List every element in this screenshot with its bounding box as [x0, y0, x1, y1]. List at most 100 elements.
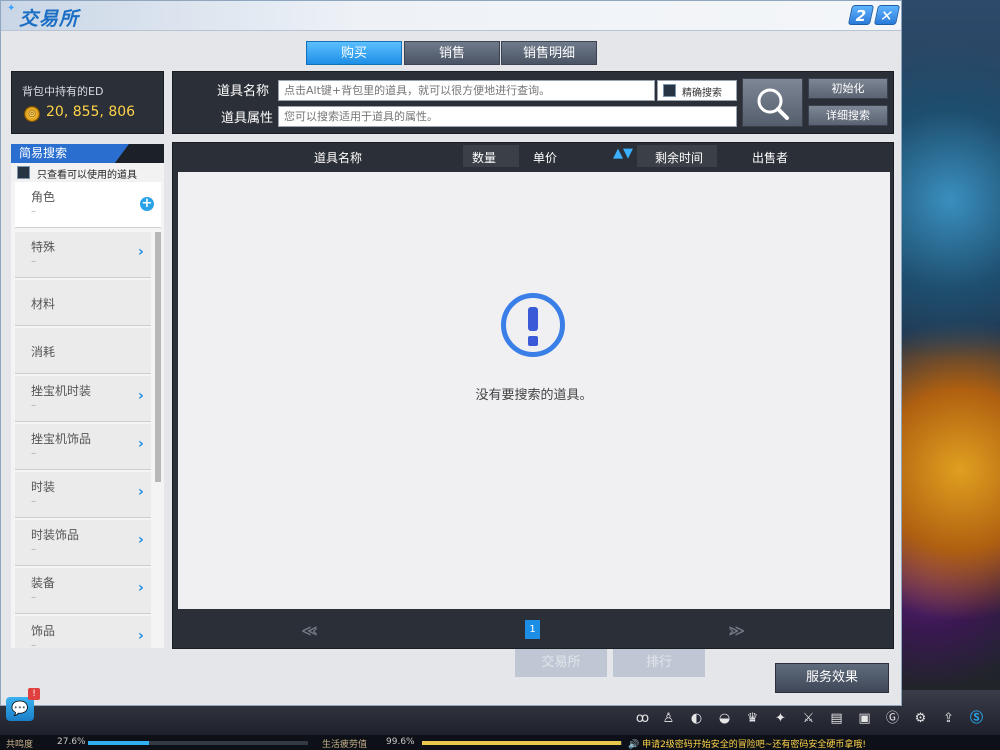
exact-search-label: 精确搜索 — [682, 88, 722, 99]
column-header-quantity[interactable]: 数量 — [472, 149, 496, 166]
category-scrollbar[interactable] — [155, 232, 161, 482]
column-header-price[interactable]: 单价 — [533, 149, 557, 166]
ed-label: 背包中持有的ED — [22, 85, 104, 98]
plus-icon[interactable]: + — [140, 197, 154, 211]
chevron-right-icon: › — [138, 484, 144, 500]
resonance-value: 27.6% — [57, 737, 86, 747]
service-effect-button[interactable]: 服务效果 — [775, 663, 889, 693]
category-name: 挫宝机饰品 — [31, 432, 92, 446]
item-attr-label: 道具属性 — [221, 111, 274, 126]
category-sub: – — [31, 592, 36, 603]
s-logo-icon[interactable]: Ⓢ — [968, 710, 985, 727]
category-sub: – — [31, 256, 36, 267]
exact-search-toggle[interactable]: 精确搜索 — [657, 80, 737, 101]
search-panel: 道具名称 精确搜索 道具属性 初始化 详细搜索 — [172, 71, 894, 134]
tab-sales-detail[interactable]: 销售明细 — [501, 41, 597, 65]
item-attr-input[interactable] — [278, 106, 737, 127]
titlebar[interactable]: ✦ 交易所 2 ✕ — [1, 1, 901, 31]
category-item-character[interactable]: 角色 – + — [15, 182, 161, 228]
bag-icon[interactable]: ◐ — [688, 710, 705, 727]
wing-icon[interactable]: ✦ — [772, 710, 789, 727]
tab-buy[interactable]: 购买 — [306, 41, 402, 65]
scrollbar-thumb[interactable] — [155, 232, 161, 482]
category-sub: – — [31, 206, 36, 217]
next-page-icon[interactable]: ›≫ — [728, 621, 745, 640]
mask-icon[interactable]: ◒ — [716, 710, 733, 727]
category-item-special[interactable]: 特殊 – › — [15, 232, 151, 278]
category-item-equipment[interactable]: 装备 – › — [15, 568, 151, 614]
chevron-right-icon: › — [138, 580, 144, 596]
empty-message: 没有要搜索的道具。 — [475, 388, 593, 403]
category-sub: – — [31, 640, 36, 648]
category-item-machine-accessory[interactable]: 挫宝机饰品 – › — [15, 424, 151, 470]
category-item-fashion-accessory[interactable]: 时装饰品 – › — [15, 520, 151, 566]
prev-page-icon[interactable]: ≪‹ — [301, 621, 318, 640]
bg-exchange-button: 交易所 — [515, 649, 607, 677]
category-name: 特殊 — [31, 240, 56, 254]
chat-badge: ! — [28, 688, 40, 700]
exclamation-icon — [501, 293, 565, 357]
fatigue-value: 99.6% — [386, 737, 415, 747]
category-name: 材料 — [31, 297, 56, 311]
chevron-right-icon: › — [138, 436, 144, 452]
resonance-bar — [88, 741, 308, 745]
category-name: 挫宝机时装 — [31, 384, 92, 398]
help-button[interactable]: 2 — [847, 5, 875, 25]
chevron-right-icon: › — [138, 532, 144, 548]
doc-icon[interactable]: ▤ — [828, 710, 845, 727]
search-button[interactable] — [742, 78, 803, 127]
ed-amount: 20, 855, 806 — [46, 104, 136, 120]
magnifier-icon — [757, 88, 789, 120]
tab-sell[interactable]: 销售 — [404, 41, 500, 65]
category-item-consumable[interactable]: 消耗 — [15, 328, 151, 374]
category-name: 消耗 — [31, 345, 56, 359]
reset-button[interactable]: 初始化 — [808, 78, 888, 99]
usable-only-toggle[interactable]: 只查看可以使用的道具 — [11, 163, 164, 182]
category-item-accessory[interactable]: 饰品 – › — [15, 616, 151, 648]
gear-person-icon[interactable]: ⚙ — [912, 710, 929, 727]
results-body: 没有要搜索的道具。 — [178, 172, 890, 609]
g-badge-icon[interactable]: Ⓖ — [884, 710, 901, 727]
fatigue-bar — [422, 741, 622, 745]
item-name-label: 道具名称 — [217, 84, 270, 99]
chat-icon[interactable]: 💬 — [6, 697, 34, 721]
category-item-machine-fashion[interactable]: 挫宝机时装 – › — [15, 376, 151, 422]
column-header-time-left[interactable]: 剩余时间 — [655, 149, 703, 166]
page-number[interactable]: 1 — [525, 620, 540, 639]
category-name: 装备 — [31, 576, 56, 590]
notice-ticker: 🔊 申请2级密码开始安全的冒险吧~还有密码安全硬币拿哦! — [628, 740, 866, 750]
detail-search-button[interactable]: 详细搜索 — [808, 105, 888, 126]
sort-icon[interactable]: ▲▼ — [613, 146, 633, 161]
simple-search-label: 简易搜索 — [11, 144, 129, 163]
item-name-input[interactable] — [278, 80, 655, 101]
usable-only-checkbox[interactable] — [17, 166, 30, 179]
feather-icon[interactable]: ꝏ — [634, 710, 651, 727]
box-icon[interactable]: ▣ — [856, 710, 873, 727]
window-title: 交易所 — [19, 8, 80, 30]
category-name: 饰品 — [31, 624, 56, 638]
category-item-fashion[interactable]: 时装 – › — [15, 472, 151, 518]
chevron-right-icon: › — [138, 388, 144, 404]
resonance-label: 共鸣度 — [6, 740, 34, 750]
chevron-right-icon: › — [138, 244, 144, 260]
exact-search-checkbox[interactable] — [663, 84, 676, 97]
coin-icon: ◎ — [24, 106, 40, 122]
category-sub: – — [31, 496, 36, 507]
status-bar: 共鸣度 27.6% 生活疲劳值 99.6% 🔊 申请2级密码开始安全的冒险吧~还… — [0, 735, 1000, 750]
ed-panel: 背包中持有的ED ◎ 20, 855, 806 — [11, 71, 164, 134]
resonance-bar-fill — [88, 741, 149, 745]
results-table: 道具名称 数量 单价 ▲▼ 剩余时间 出售者 没有要搜索的道具。 ≪‹ 1 ›≫ — [172, 142, 894, 649]
category-item-material[interactable]: 材料 — [15, 280, 151, 326]
column-header-name[interactable]: 道具名称 — [314, 149, 362, 166]
sword-icon[interactable]: ⚔ — [800, 710, 817, 727]
gift-icon[interactable]: ♛ — [744, 710, 761, 727]
category-sub: – — [31, 448, 36, 459]
upload-icon[interactable]: ⇪ — [940, 710, 957, 727]
close-button[interactable]: ✕ — [873, 5, 901, 25]
usable-only-label: 只查看可以使用的道具 — [37, 170, 137, 181]
column-header-seller[interactable]: 出售者 — [752, 149, 788, 166]
bg-ranking-button: 排行 — [613, 649, 705, 677]
category-name: 时装饰品 — [31, 528, 80, 542]
category-sub: – — [31, 544, 36, 555]
figure-icon[interactable]: ♙ — [660, 710, 677, 727]
